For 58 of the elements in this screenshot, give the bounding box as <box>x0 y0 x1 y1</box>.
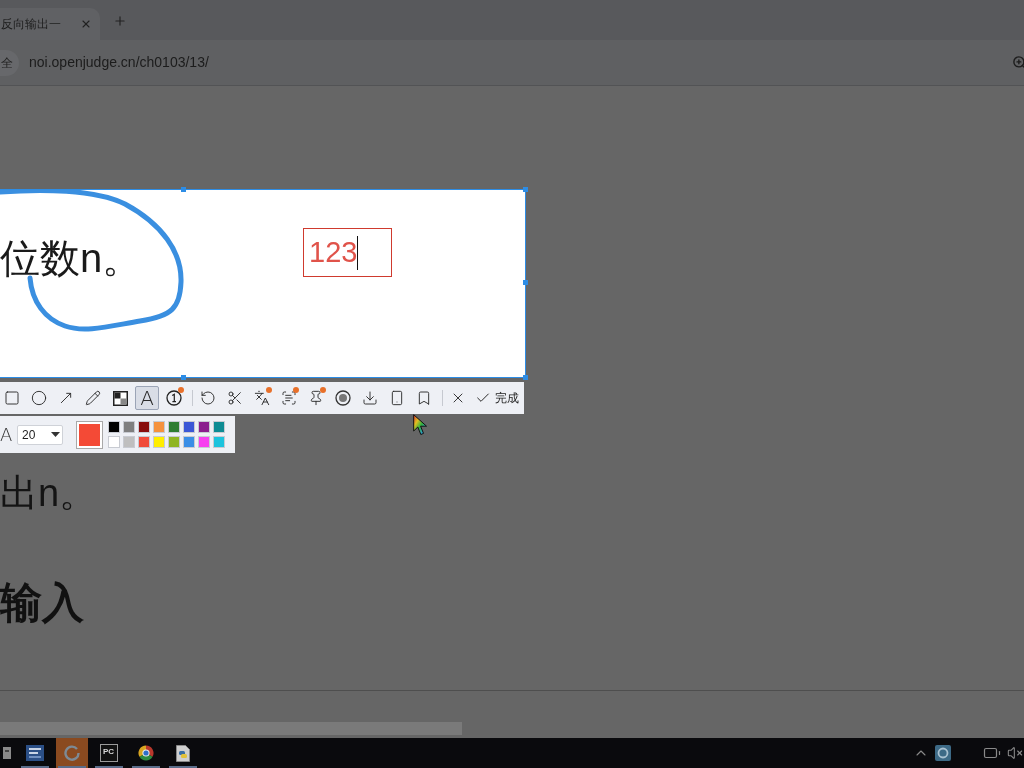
circle-icon <box>31 390 47 406</box>
text-caret <box>357 235 359 270</box>
color-swatch[interactable] <box>108 421 120 433</box>
color-swatch[interactable] <box>213 421 225 433</box>
resize-handle[interactable] <box>523 375 528 380</box>
phone-icon <box>389 390 405 406</box>
resize-handle[interactable] <box>181 187 186 192</box>
scissors-icon <box>227 390 243 406</box>
body-text: 出n。 <box>0 471 98 516</box>
pencil-icon <box>85 390 101 406</box>
file-logo-icon <box>176 744 190 762</box>
color-swatch[interactable] <box>183 421 195 433</box>
resize-handle[interactable] <box>523 280 528 285</box>
tile-logo-icon <box>26 745 44 761</box>
bookmark-icon <box>416 390 432 406</box>
color-swatch[interactable] <box>168 436 180 448</box>
resize-handle[interactable] <box>523 187 528 192</box>
color-swatch[interactable] <box>138 436 150 448</box>
close-icon[interactable] <box>80 18 92 30</box>
mouse-pointer-icon <box>413 414 428 436</box>
color-swatch[interactable] <box>168 421 180 433</box>
done-button[interactable]: 完成 <box>473 386 521 410</box>
color-swatch[interactable] <box>153 436 165 448</box>
color-swatch[interactable] <box>123 421 135 433</box>
taskbar-button[interactable]: PC <box>93 738 125 768</box>
translate-icon <box>254 390 270 406</box>
color-swatch[interactable] <box>138 421 150 433</box>
color-swatch[interactable] <box>108 436 120 448</box>
zoom-icon[interactable] <box>1012 55 1024 70</box>
text-scan-icon <box>281 390 297 406</box>
ring-logo-icon <box>64 745 80 761</box>
download-icon <box>362 390 378 406</box>
tray-app-icon[interactable] <box>935 745 951 761</box>
color-swatch[interactable] <box>183 436 195 448</box>
arrow-icon <box>58 390 74 406</box>
resize-handle[interactable] <box>181 375 186 380</box>
app-logo: PC <box>100 744 118 762</box>
current-color-swatch[interactable] <box>76 420 103 449</box>
color-swatch[interactable] <box>198 436 210 448</box>
rectangle-icon <box>4 390 20 406</box>
round-logo-icon <box>138 745 154 761</box>
speaker-muted-icon[interactable] <box>1007 745 1023 761</box>
app-icon <box>3 747 11 759</box>
text-annotation-box[interactable]: 123 <box>303 228 392 277</box>
font-size-select[interactable]: 20 <box>17 424 63 445</box>
color-swatch[interactable] <box>198 421 210 433</box>
color-swatch[interactable] <box>213 436 225 448</box>
undo-icon <box>200 390 216 406</box>
numbered-circle-icon <box>166 390 182 406</box>
pin-icon <box>308 390 324 406</box>
color-swatch[interactable] <box>153 421 165 433</box>
captured-text: 位数n。 <box>0 236 143 280</box>
checker-icon <box>112 390 128 406</box>
record-icon <box>335 390 351 406</box>
color-swatch[interactable] <box>123 436 135 448</box>
tool-button[interactable]: A <box>135 386 159 410</box>
caret-icon <box>51 432 60 437</box>
font-size-symbol: A <box>0 425 14 444</box>
